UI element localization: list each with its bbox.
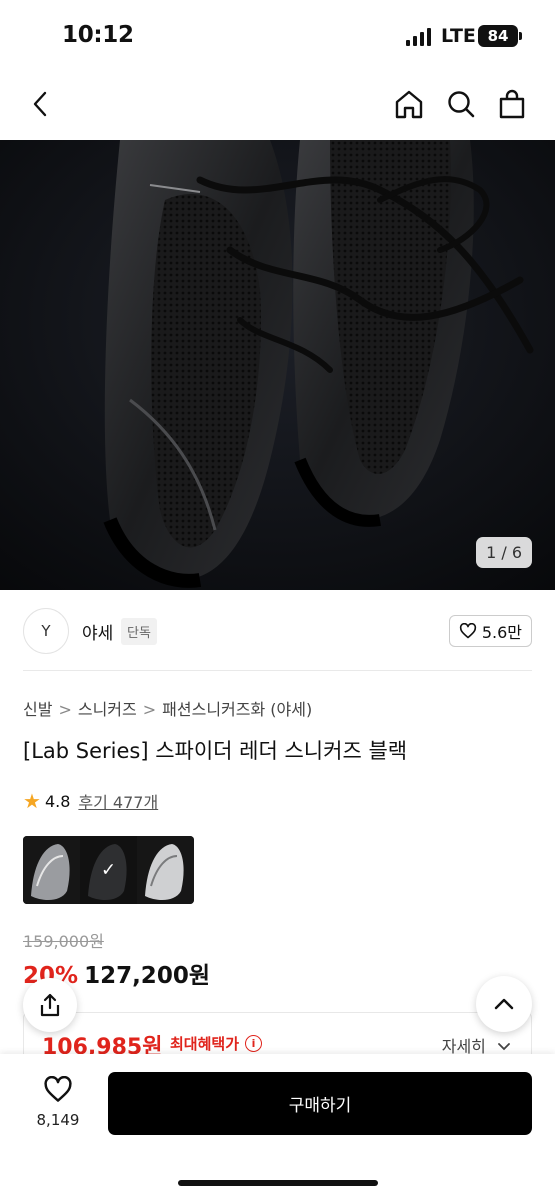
chevron-down-icon: [498, 1043, 510, 1051]
breadcrumb-item[interactable]: 신발: [23, 700, 52, 719]
info-icon[interactable]: i: [245, 1035, 263, 1052]
benefit-label: 최대혜택가: [170, 1035, 240, 1053]
color-option-silver[interactable]: [23, 836, 80, 904]
battery-icon: 84: [478, 25, 518, 47]
top-nav: [0, 70, 555, 140]
home-icon[interactable]: [391, 86, 427, 122]
breadcrumb-item[interactable]: 스니커즈: [78, 700, 137, 719]
battery-tip: [519, 32, 522, 40]
original-price: 159,000원: [23, 932, 104, 951]
breadcrumb-item[interactable]: 패션스니커즈화 (야세): [162, 700, 312, 719]
search-icon[interactable]: [443, 86, 479, 122]
exclusive-badge: 단독: [121, 618, 157, 645]
divider: [23, 670, 532, 671]
status-time: 10:12: [62, 22, 134, 48]
back-icon[interactable]: [22, 86, 58, 122]
scroll-top-button[interactable]: [476, 976, 532, 1032]
buy-button[interactable]: 구매하기: [108, 1072, 532, 1135]
product-title: [Lab Series] 스파이더 레더 스니커즈 블랙: [23, 739, 408, 763]
color-option-black[interactable]: ✓: [80, 836, 137, 904]
star-icon: ★: [23, 789, 41, 813]
reviews-link[interactable]: 후기 477개: [78, 789, 158, 813]
sneaker-photo: [0, 140, 555, 590]
cart-icon[interactable]: [494, 86, 530, 122]
like-button[interactable]: 5.6만: [448, 615, 532, 647]
chevron-right-icon: >: [58, 700, 72, 719]
heart-icon: [44, 1075, 72, 1102]
signal-icon: [406, 28, 431, 46]
wishlist-count: 8,149: [36, 1111, 80, 1129]
breadcrumb: 신발 > 스니커즈 > 패션스니커즈화 (야세): [23, 696, 312, 720]
product-image[interactable]: 1 / 6: [0, 140, 555, 590]
color-options: ✓: [23, 836, 194, 904]
wishlist-button[interactable]: 8,149: [28, 1075, 88, 1129]
status-bar: 10:12 LTE 84: [0, 0, 555, 70]
color-option-white[interactable]: [137, 836, 194, 904]
home-indicator: [178, 1180, 378, 1186]
like-count: 5.6만: [481, 623, 522, 642]
sale-price: 127,200원: [84, 963, 210, 989]
check-icon: ✓: [100, 859, 117, 881]
rating-score: 4.8: [44, 791, 71, 811]
network-label: LTE: [441, 25, 476, 47]
benefit-label-group: 최대혜택가 i: [170, 1033, 263, 1054]
seller-row: Y 야세 단독 5.6만: [0, 606, 555, 656]
chevron-up-icon: [494, 998, 514, 1010]
heart-icon: [459, 623, 476, 639]
bottom-bar: 8,149 구매하기: [0, 1054, 555, 1200]
chevron-right-icon: >: [142, 700, 157, 719]
image-counter: 1 / 6: [476, 537, 532, 568]
seller-name[interactable]: 야세: [82, 619, 113, 644]
share-icon: [40, 993, 60, 1017]
seller-logo[interactable]: Y: [23, 608, 69, 654]
share-button[interactable]: [23, 978, 77, 1032]
rating-row: ★ 4.8 후기 477개: [23, 789, 158, 813]
